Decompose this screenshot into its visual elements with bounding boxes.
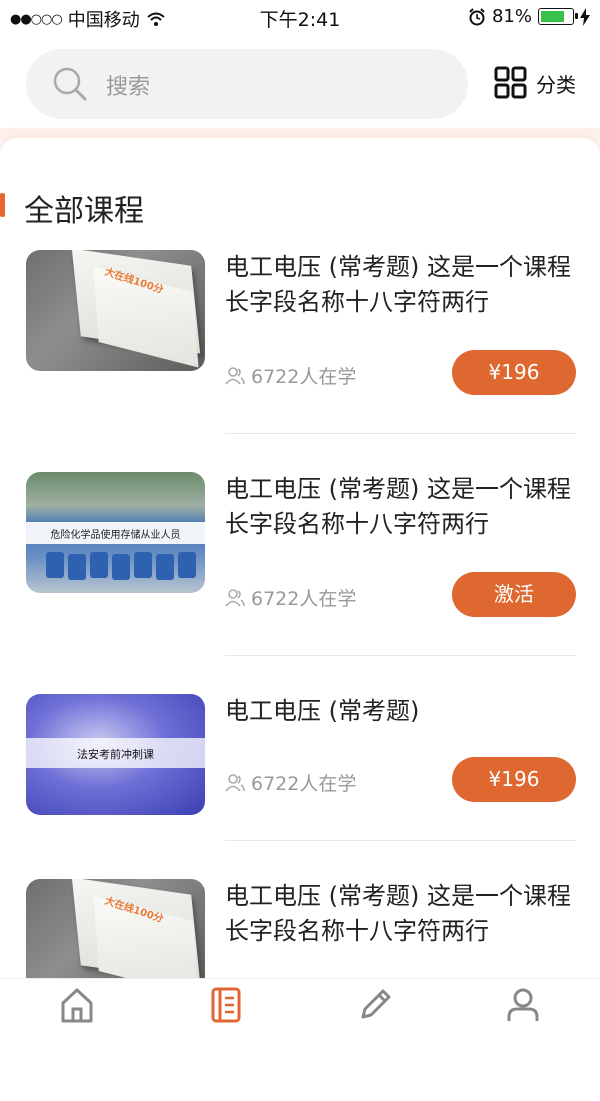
divider: [225, 840, 576, 841]
people-icon: [225, 366, 245, 385]
learner-count: 6722人在学: [225, 769, 356, 796]
section-title: 全部课程: [24, 194, 144, 229]
learner-count: 6722人在学: [225, 584, 356, 611]
grid-icon: [494, 66, 527, 99]
user-icon: [507, 988, 539, 1021]
course-title: 电工电压 (常考题) 这是一个课程长字段名称十八字符两行: [225, 882, 571, 945]
search-bar[interactable]: 搜索: [26, 49, 468, 119]
tab-practice[interactable]: [355, 987, 395, 1027]
battery-percent: 81%: [491, 6, 532, 27]
course-item[interactable]: 大在线100分 电工电压 (常考题) 这是一个课程长字段名称十八字符两行 672…: [0, 250, 600, 472]
category-button[interactable]: 分类: [494, 66, 576, 100]
thumbnail-caption: 法安考前冲刺课: [77, 748, 154, 761]
course-list: 大在线100分 电工电压 (常考题) 这是一个课程长字段名称十八字符两行 672…: [0, 250, 600, 1101]
price-button[interactable]: ¥196: [452, 350, 576, 395]
course-item[interactable]: 危险化学品使用存储从业人员 电工电压 (常考题) 这是一个课程长字段名称十八字符…: [0, 472, 600, 694]
divider: [225, 433, 576, 434]
tab-profile[interactable]: [503, 987, 543, 1027]
price-button[interactable]: ¥196: [452, 757, 576, 802]
home-icon: [61, 988, 93, 1023]
course-thumbnail: 法安考前冲刺课: [26, 694, 205, 815]
charging-icon: [580, 7, 590, 26]
course-title: 电工电压 (常考题) 这是一个课程长字段名称十八字符两行: [225, 475, 571, 538]
learner-count-text: 6722人在学: [251, 366, 357, 388]
status-bar: ●●○○○ 中国移动 下午2:41 81%: [0, 0, 600, 34]
section-accent-bar: [0, 193, 5, 217]
course-thumbnail: 危险化学品使用存储从业人员: [26, 472, 205, 593]
battery-level: [541, 11, 564, 22]
learner-count-text: 6722人在学: [251, 773, 357, 795]
course-title: 电工电压 (常考题): [225, 697, 420, 725]
search-input[interactable]: 搜索: [106, 69, 150, 101]
course-book-icon: [211, 987, 241, 1023]
tab-courses[interactable]: [206, 987, 246, 1027]
thumbnail-caption: 危险化学品使用存储从业人员: [50, 530, 181, 541]
search-icon: [53, 67, 87, 101]
activate-button[interactable]: 激活: [452, 572, 576, 617]
people-icon: [225, 588, 245, 607]
category-label: 分类: [536, 72, 576, 97]
battery-icon: [538, 8, 578, 25]
people-icon: [225, 773, 245, 792]
bottom-tab-bar: [0, 978, 600, 1032]
course-title: 电工电压 (常考题) 这是一个课程长字段名称十八字符两行: [225, 253, 571, 316]
course-item[interactable]: 法安考前冲刺课 电工电压 (常考题) 6722人在学 ¥196: [0, 694, 600, 879]
course-thumbnail: 大在线100分: [26, 250, 205, 371]
tab-home[interactable]: [57, 987, 97, 1027]
learner-count-text: 6722人在学: [251, 588, 357, 610]
pencil-icon: [361, 989, 391, 1019]
alarm-icon: [469, 7, 485, 25]
learner-count: 6722人在学: [225, 362, 356, 389]
divider: [225, 655, 576, 656]
